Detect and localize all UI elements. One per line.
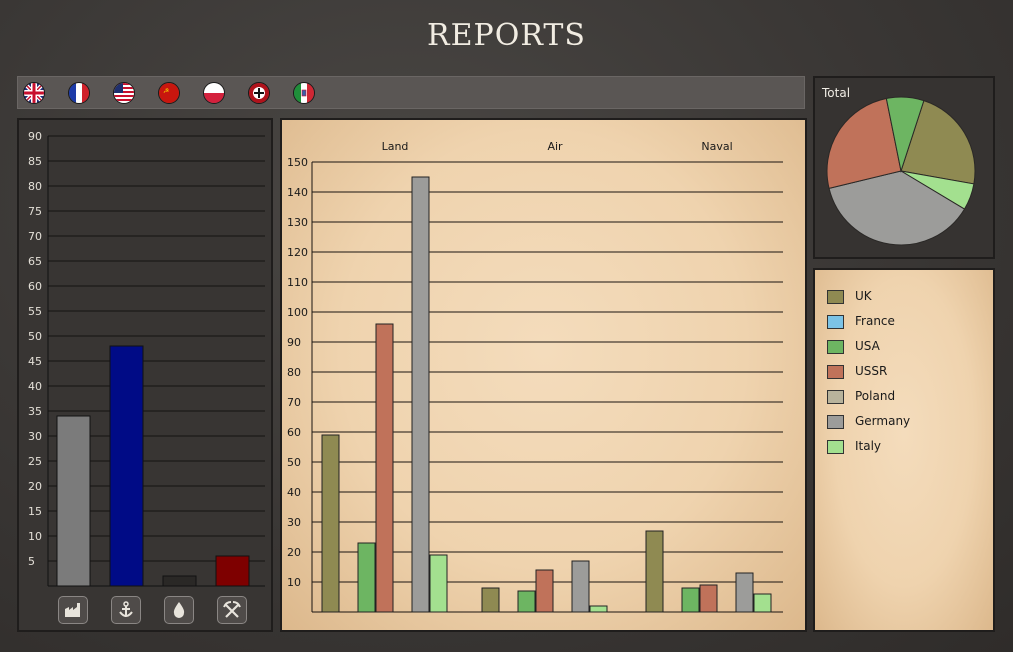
bar-germany <box>571 560 590 613</box>
anchor-icon <box>119 601 133 617</box>
usa-flag-icon[interactable] <box>113 82 135 104</box>
legend-swatch <box>827 415 844 429</box>
y-tick-label: 50 <box>28 330 42 343</box>
legend-label: USSR <box>855 364 888 378</box>
bar-italy <box>753 593 772 613</box>
country-flag-bar: ☭ <box>17 76 805 109</box>
legend-swatch <box>827 290 844 304</box>
y-tick-label: 80 <box>28 180 42 193</box>
resources-panel: 5 10 15 20 25 30 35 40 45 50 55 60 65 70 75 80 85 90 <box>17 118 273 632</box>
y-tick-label: 110 <box>287 276 308 289</box>
page-title: REPORTS <box>427 18 586 53</box>
legend-swatch <box>827 340 844 354</box>
y-tick-label: 60 <box>28 280 42 293</box>
y-tick-label: 35 <box>28 405 42 418</box>
legend-swatch <box>827 390 844 404</box>
bar-germany <box>735 572 754 613</box>
germany-flag-icon[interactable] <box>248 82 270 104</box>
poland-flag-icon[interactable] <box>203 82 225 104</box>
y-tick-label: 40 <box>287 486 301 499</box>
anchor-button[interactable] <box>111 596 141 624</box>
y-tick-label: 90 <box>287 336 301 349</box>
unit-losses-panel: 10 20 30 40 50 60 70 80 90 100 110 120 130 140 150 Land… <box>280 118 807 632</box>
category-label: Air <box>547 140 563 153</box>
y-tick-label: 55 <box>28 305 42 318</box>
ussr-flag-icon[interactable]: ☭ <box>158 82 180 104</box>
bar-ussr <box>535 569 554 613</box>
y-tick-label: 60 <box>287 426 301 439</box>
y-tick-label: 10 <box>28 530 42 543</box>
y-tick-label: 70 <box>287 396 301 409</box>
y-tick-label: 30 <box>287 516 301 529</box>
y-tick-label: 85 <box>28 155 42 168</box>
bar-usa <box>517 590 536 613</box>
resource-bar <box>109 345 144 587</box>
y-tick-label: 5 <box>28 555 35 568</box>
y-tick-label: 80 <box>287 366 301 379</box>
y-tick-label: 20 <box>28 480 42 493</box>
factory-button[interactable] <box>58 596 88 624</box>
pickaxes-icon <box>223 601 241 618</box>
bar-uk <box>645 530 664 613</box>
bar-italy <box>429 554 448 613</box>
total-pie-panel: Total <box>813 76 995 259</box>
resource-bar <box>162 575 197 587</box>
bar-germany <box>411 176 430 613</box>
uk-flag-icon[interactable] <box>23 82 45 104</box>
legend-label: France <box>855 314 895 328</box>
land-air-naval-bar-chart: 10 20 30 40 50 60 70 80 90 100 110 120 130 140 150 Land… <box>287 140 783 613</box>
resource-bar <box>215 555 250 587</box>
legend-swatch <box>827 365 844 379</box>
y-tick-label: 10 <box>287 576 301 589</box>
bar-italy <box>589 605 608 613</box>
france-flag-icon[interactable] <box>68 82 90 104</box>
italy-flag-icon[interactable] <box>293 82 315 104</box>
y-tick-label: 120 <box>287 246 308 259</box>
oil-button[interactable] <box>164 596 194 624</box>
resource-bar <box>56 415 91 587</box>
legend-panel: UK France USA USSR Poland Germany Italy <box>813 268 995 632</box>
legend-label: Italy <box>855 439 882 453</box>
oil-drop-icon <box>173 602 185 618</box>
y-tick-label: 20 <box>287 546 301 559</box>
y-tick-label: 140 <box>287 186 308 199</box>
bar-uk <box>481 587 500 613</box>
legend-label: USA <box>855 339 880 353</box>
y-tick-label: 100 <box>287 306 308 319</box>
bar-ussr <box>375 323 394 613</box>
legend-label: Poland <box>855 389 896 403</box>
legend-swatch <box>827 440 844 454</box>
y-tick-label: 75 <box>28 205 42 218</box>
category-label: Naval <box>701 140 732 153</box>
mining-button[interactable] <box>217 596 247 624</box>
category-label: Land <box>382 140 409 153</box>
legend-label: UK <box>855 289 872 303</box>
y-tick-label: 50 <box>287 456 301 469</box>
bar-uk <box>321 434 340 613</box>
bar-ussr <box>699 584 718 613</box>
legend-label: Germany <box>855 414 911 428</box>
y-tick-label: 30 <box>28 430 42 443</box>
y-tick-label: 150 <box>287 156 308 169</box>
y-tick-label: 65 <box>28 255 42 268</box>
y-tick-label: 70 <box>28 230 42 243</box>
total-pie-chart <box>826 96 976 246</box>
y-tick-label: 130 <box>287 216 308 229</box>
y-tick-label: 40 <box>28 380 42 393</box>
bar-usa <box>681 587 700 613</box>
y-tick-label: 25 <box>28 455 42 468</box>
factory-icon <box>65 603 80 617</box>
bar-usa <box>357 542 376 613</box>
svg-text:☭: ☭ <box>163 87 169 95</box>
y-tick-label: 15 <box>28 505 42 518</box>
y-tick-label: 90 <box>28 130 42 143</box>
resources-bar-chart: 5 10 15 20 25 30 35 40 45 50 55 60 65 70 75 80 85 90 <box>28 130 265 587</box>
y-tick-label: 45 <box>28 355 42 368</box>
legend-swatch <box>827 315 844 329</box>
